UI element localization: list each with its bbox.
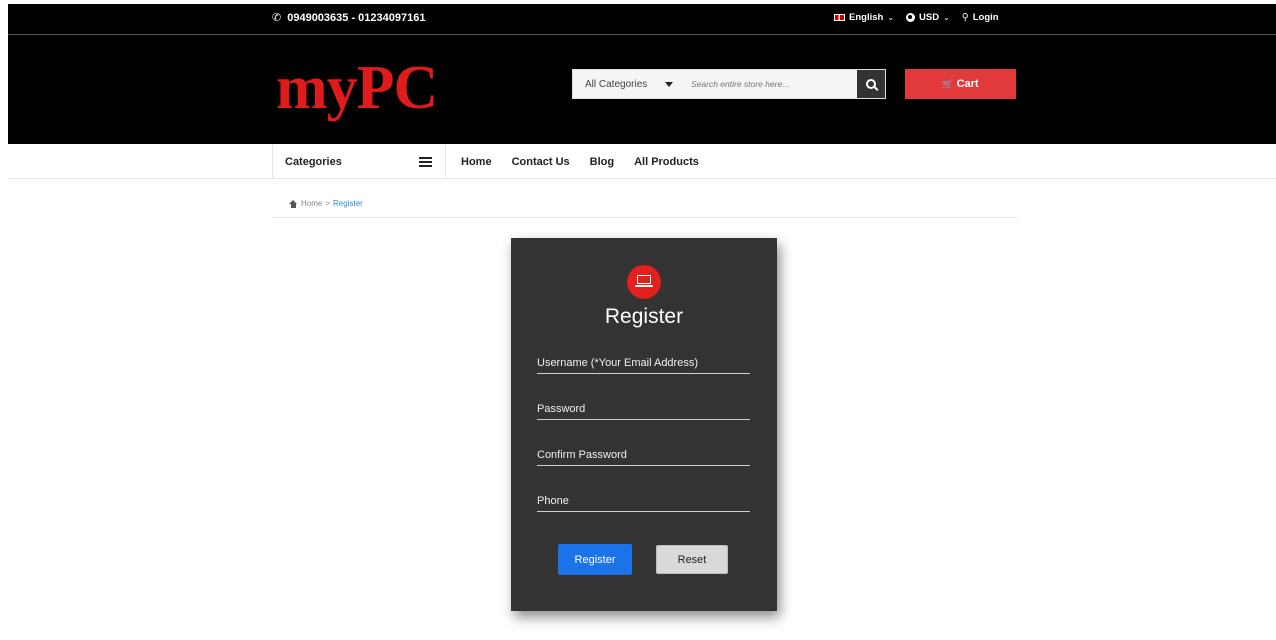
- currency-selector[interactable]: USD ⌄: [906, 12, 950, 23]
- breadcrumb-current: Register: [333, 199, 363, 208]
- password-field[interactable]: [537, 398, 750, 419]
- category-dropdown[interactable]: All Categories: [573, 79, 687, 90]
- search-icon: [866, 79, 876, 89]
- confirm-password-field-wrapper: [537, 444, 750, 466]
- cart-label: Cart: [956, 78, 979, 90]
- language-selector[interactable]: English ⌄: [834, 12, 894, 23]
- phone-field[interactable]: [537, 490, 750, 511]
- menu-icon: [419, 156, 432, 167]
- flag-icon: [834, 14, 845, 21]
- phone-number: 0949003635 - 01234097161: [287, 11, 426, 24]
- breadcrumb-divider: [272, 217, 1017, 218]
- register-form: Register Register Reset: [511, 238, 777, 611]
- confirm-password-field[interactable]: [537, 444, 750, 465]
- phone-field-wrapper: [537, 490, 750, 512]
- chevron-down-icon: ⌄: [887, 13, 895, 22]
- site-logo[interactable]: myPC: [276, 57, 438, 119]
- nav-link-all-products[interactable]: All Products: [634, 156, 699, 168]
- key-icon: ⚲: [961, 12, 969, 23]
- nav-link-contact-us[interactable]: Contact Us: [512, 156, 570, 168]
- reset-button[interactable]: Reset: [656, 545, 728, 574]
- register-title: Register: [604, 305, 684, 328]
- home-icon: [289, 199, 298, 208]
- username-field-wrapper: [537, 352, 750, 374]
- nav-link-blog[interactable]: Blog: [590, 156, 614, 168]
- main-nav: Categories Home Contact Us Blog All Prod…: [8, 144, 1276, 179]
- categories-label: Categories: [285, 155, 342, 168]
- top-bar-actions: English ⌄ USD ⌄ ⚲ Login: [834, 12, 999, 23]
- login-link[interactable]: ⚲ Login: [962, 12, 999, 23]
- chevron-down-icon: ⌄: [943, 13, 950, 22]
- search-input[interactable]: [687, 70, 857, 98]
- nav-link-home[interactable]: Home: [461, 156, 492, 168]
- cart-icon: 🛒: [942, 78, 954, 89]
- password-field-wrapper: [537, 398, 750, 420]
- contact-phone: ✆ 0949003635 - 01234097161: [272, 11, 426, 25]
- username-field[interactable]: [537, 352, 750, 373]
- search-button[interactable]: [857, 70, 885, 98]
- register-button[interactable]: Register: [558, 544, 632, 575]
- site-header: myPC All Categories 🛒 Cart: [8, 35, 1276, 144]
- laptop-badge: [627, 265, 661, 299]
- breadcrumb-home[interactable]: Home: [301, 199, 322, 208]
- category-dropdown-label: All Categories: [585, 78, 648, 90]
- phone-icon: ✆: [272, 12, 282, 24]
- cart-button[interactable]: 🛒 Cart: [905, 69, 1016, 99]
- top-bar: ✆ 0949003635 - 01234097161 English ⌄ USD…: [8, 4, 1276, 34]
- categories-menu[interactable]: Categories: [272, 144, 446, 179]
- search-bar: All Categories: [572, 69, 886, 99]
- breadcrumb-separator: >: [325, 199, 331, 208]
- caret-down-icon: [665, 81, 673, 87]
- currency-label: USD: [919, 12, 940, 23]
- nav-links: Home Contact Us Blog All Products: [461, 144, 699, 179]
- login-label: Login: [972, 12, 999, 23]
- laptop-icon: [635, 275, 653, 289]
- globe-icon: [906, 13, 916, 22]
- language-label: English: [849, 12, 884, 23]
- breadcrumb: Home > Register: [289, 199, 363, 208]
